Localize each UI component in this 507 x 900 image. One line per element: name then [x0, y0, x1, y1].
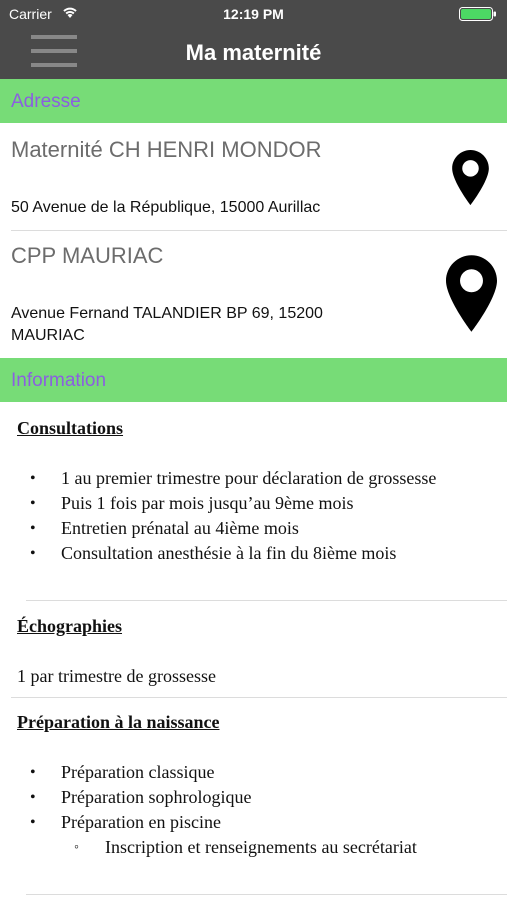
separator: [11, 697, 507, 698]
preparation-heading: Préparation à la naissance: [17, 712, 220, 732]
address-cell-mondor[interactable]: Maternité CH HENRI MONDOR 50 Avenue de l…: [0, 123, 507, 230]
navigation-bar: Ma maternité: [0, 28, 507, 79]
echographies-text: 1 par trimestre de grossesse: [17, 666, 216, 686]
section-header-address: Adresse: [0, 79, 507, 123]
list-item: • 1 au premier trimestre pour déclaration…: [30, 468, 437, 488]
list-item: • Préparation en piscine: [30, 812, 221, 832]
address-name: Maternité CH HENRI MONDOR: [11, 137, 322, 162]
address-name: CPP MAURIAC: [11, 243, 164, 268]
page-title: Ma maternité: [185, 40, 322, 65]
section-header-address-label: Adresse: [11, 91, 81, 112]
sub-list-item: ◦ Inscription et renseignements au secrét…: [74, 837, 417, 857]
address-street: 50 Avenue de la République, 15000 Aurill…: [11, 199, 321, 216]
map-pin-icon[interactable]: [446, 255, 497, 337]
status-bar: Carrier 12:19 PM: [0, 0, 507, 28]
list-item: • Puis 1 fois par mois jusqu’au 9ème mois: [30, 493, 354, 513]
map-pin-icon[interactable]: [452, 150, 489, 210]
list-item: • Préparation classique: [30, 762, 215, 782]
address-cell-mauriac[interactable]: CPP MAURIAC Avenue Fernand TALANDIER BP …: [0, 231, 507, 358]
section-header-information: Information: [0, 358, 507, 402]
list-item: • Préparation sophrologique: [30, 787, 252, 807]
battery-icon: [459, 7, 497, 24]
section-header-information-label: Information: [11, 370, 107, 391]
preparation-list: • Préparation classique • Préparation soph…: [0, 760, 417, 860]
echographies-heading: Échographies: [17, 616, 123, 636]
address-street: Avenue Fernand TALANDIER BP 69, 15200 MA…: [11, 305, 323, 344]
separator: [26, 894, 507, 895]
list-item: • Consultation anesthésie à la fin du 8iè…: [30, 543, 397, 563]
separator: [26, 600, 507, 601]
consultations-heading: Consultations: [17, 418, 124, 438]
consultations-list: • 1 au premier trimestre pour déclaration…: [0, 466, 436, 566]
status-time: 12:19 PM: [223, 6, 284, 22]
list-item: • Entretien prénatal au 4ième mois: [30, 518, 299, 538]
